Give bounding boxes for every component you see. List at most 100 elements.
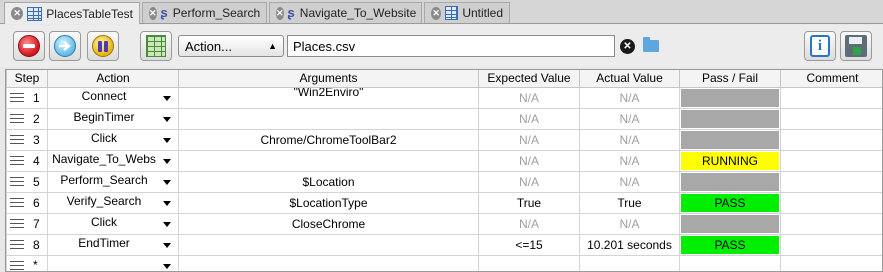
arguments-cell[interactable] (178, 254, 479, 271)
dropdown-arrow-icon[interactable] (163, 242, 171, 248)
expected-cell[interactable]: N/A (478, 107, 580, 130)
pass-fail-cell (679, 107, 781, 130)
arguments-cell[interactable]: CloseChrome (178, 212, 479, 235)
drag-handle-icon[interactable] (10, 219, 24, 229)
file-path-input[interactable] (287, 35, 615, 57)
table-row[interactable]: 3 Click Chrome/ChromeToolBar2 N/A N/A (6, 128, 882, 151)
drag-handle-icon[interactable] (10, 135, 24, 145)
actual-cell: True (579, 191, 680, 214)
expected-cell[interactable]: <=15 (478, 233, 580, 256)
dropdown-arrow-icon[interactable] (163, 200, 171, 206)
step-number: * (33, 258, 38, 272)
tab-perform-search[interactable]: ✕ ʂ Perform_Search (142, 2, 267, 23)
stop-button[interactable] (13, 31, 45, 61)
header-step[interactable]: Step (6, 70, 48, 88)
play-button[interactable] (49, 31, 81, 61)
comment-cell[interactable] (780, 170, 882, 193)
comment-cell[interactable] (780, 107, 882, 130)
spreadsheet-button[interactable] (140, 31, 172, 61)
action-cell[interactable]: Connect (47, 86, 179, 109)
arguments-cell[interactable]: $LocationType (178, 191, 479, 214)
tab-untitled[interactable]: ✕ Untitled (424, 2, 510, 23)
drag-handle-icon[interactable] (10, 240, 24, 250)
pause-button[interactable] (87, 31, 119, 61)
drag-handle-icon[interactable] (10, 156, 24, 166)
drag-handle-icon[interactable] (10, 93, 24, 103)
pass-fail-cell (679, 86, 781, 109)
action-cell[interactable]: Click (47, 212, 179, 235)
table-row[interactable]: 2 BeginTimer N/A N/A (6, 107, 882, 130)
tab-navigate-to-website[interactable]: ✕ ʂ Navigate_To_Website (269, 2, 422, 23)
drag-handle-icon[interactable] (10, 260, 24, 270)
drag-handle-icon[interactable] (10, 114, 24, 124)
header-comment[interactable]: Comment (780, 70, 882, 88)
arguments-cell[interactable]: $Location (178, 170, 479, 193)
tab-bar: ✕ PlacesTableTest ✕ ʂ Perform_Search ✕ ʂ… (0, 0, 883, 24)
header-pass-fail[interactable]: Pass / Fail (679, 70, 781, 88)
dropdown-arrow-icon[interactable] (163, 137, 171, 143)
expected-cell[interactable]: N/A (478, 86, 580, 109)
table-row[interactable]: 1 Connect "Win2Enviro" N/A N/A (6, 86, 882, 109)
arguments-cell[interactable] (178, 149, 479, 172)
table-row[interactable]: 5 Perform_Search $Location N/A N/A (6, 170, 882, 193)
pass-fail-cell (679, 128, 781, 151)
arguments-cell[interactable]: "Win2Enviro" (178, 86, 479, 109)
close-icon[interactable]: ✕ (276, 6, 284, 20)
action-cell[interactable]: Navigate_To_Webs (47, 149, 179, 172)
action-cell[interactable] (47, 254, 179, 271)
expected-cell[interactable]: N/A (478, 128, 580, 151)
comment-cell[interactable] (780, 128, 882, 151)
arguments-cell[interactable] (178, 233, 479, 256)
comment-cell[interactable] (780, 233, 882, 256)
action-cell[interactable]: Click (47, 128, 179, 151)
close-icon[interactable]: ✕ (431, 6, 442, 20)
pass-fail-cell (679, 212, 781, 235)
action-dropdown[interactable]: Action... ▲ (178, 35, 284, 57)
header-expected-value[interactable]: Expected Value (478, 70, 580, 88)
arguments-cell[interactable] (178, 107, 479, 130)
drag-handle-icon[interactable] (10, 177, 24, 187)
new-step-row[interactable]: * (6, 254, 882, 272)
expected-cell[interactable]: N/A (478, 170, 580, 193)
expected-cell[interactable] (478, 254, 580, 271)
clear-icon[interactable]: ✕ (620, 39, 635, 54)
dropdown-arrow-icon[interactable] (163, 95, 171, 101)
close-icon[interactable]: ✕ (149, 6, 157, 20)
expected-cell[interactable]: N/A (478, 149, 580, 172)
tab-placestabletest[interactable]: ✕ PlacesTableTest (4, 2, 140, 24)
close-icon[interactable]: ✕ (11, 7, 24, 20)
comment-cell[interactable] (780, 191, 882, 214)
step-number: 6 (33, 195, 40, 210)
table-icon (445, 6, 459, 20)
dropdown-arrow-icon[interactable] (163, 116, 171, 122)
drag-handle-icon[interactable] (10, 198, 24, 208)
table-row[interactable]: 8 EndTimer <=15 10.201 seconds PASS (6, 233, 882, 256)
save-button[interactable] (840, 31, 872, 61)
spreadsheet-icon (146, 35, 166, 57)
action-cell[interactable]: Verify_Search (47, 191, 179, 214)
dropdown-arrow-icon[interactable] (163, 263, 171, 269)
table-row[interactable]: 6 Verify_Search $LocationType True True … (6, 191, 882, 214)
expected-cell[interactable]: N/A (478, 212, 580, 235)
comment-cell[interactable] (780, 149, 882, 172)
action-cell[interactable]: Perform_Search (47, 170, 179, 193)
header-actual-value[interactable]: Actual Value (579, 70, 680, 88)
action-cell[interactable]: EndTimer (47, 233, 179, 256)
folder-icon[interactable] (643, 37, 659, 52)
action-cell[interactable]: BeginTimer (47, 107, 179, 130)
dropdown-arrow-icon[interactable] (163, 221, 171, 227)
comment-cell[interactable] (780, 254, 882, 271)
action-value: EndTimer (78, 236, 130, 250)
dropdown-arrow-icon[interactable] (163, 179, 171, 185)
comment-cell[interactable] (780, 212, 882, 235)
comment-cell[interactable] (780, 86, 882, 109)
info-button[interactable]: i (804, 31, 836, 61)
arguments-cell[interactable]: Chrome/ChromeToolBar2 (178, 128, 479, 151)
header-arguments[interactable]: Arguments (178, 70, 479, 88)
step-number: 8 (33, 237, 40, 252)
header-action[interactable]: Action (47, 70, 179, 88)
expected-cell[interactable]: True (478, 191, 580, 214)
dropdown-arrow-icon[interactable] (163, 158, 171, 164)
table-row[interactable]: 4 Navigate_To_Webs N/A N/A RUNNING (6, 149, 882, 172)
table-row[interactable]: 7 Click CloseChrome N/A N/A (6, 212, 882, 235)
